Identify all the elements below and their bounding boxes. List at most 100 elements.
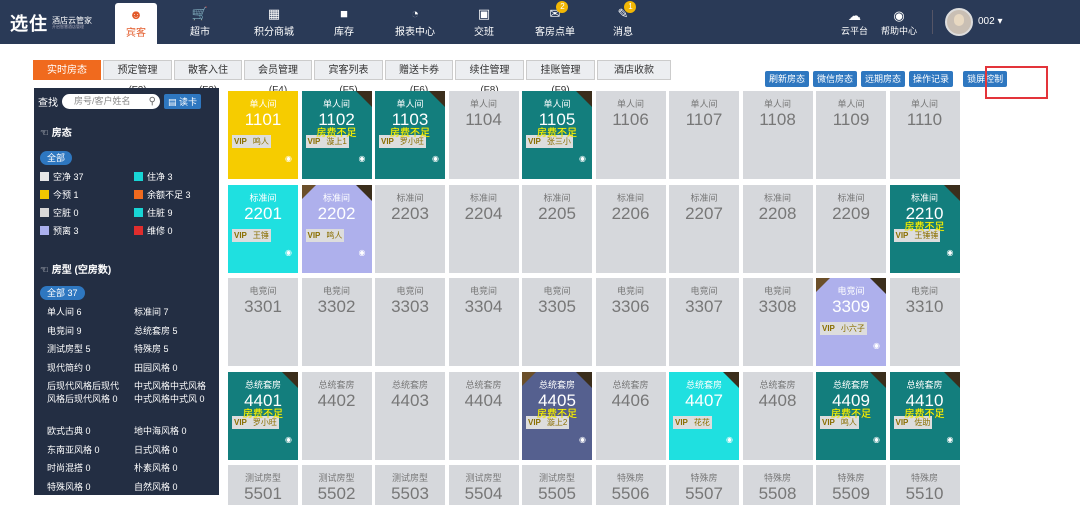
- room-card[interactable]: 单人间 1103 VIP 罗小旺 ◉ 房费不足: [375, 91, 445, 179]
- nav-room-orders[interactable]: ✉ 2 客房点单: [535, 0, 575, 44]
- room-type-filter[interactable]: 电竞间 9: [47, 325, 127, 338]
- room-type-filter[interactable]: 单人间 6: [47, 306, 127, 319]
- room-type-filter[interactable]: 特殊房 5: [134, 343, 214, 356]
- room-card[interactable]: 电竞间 3305: [522, 278, 592, 366]
- refresh-status-button[interactable]: 刷新房态: [765, 71, 810, 87]
- room-card[interactable]: 电竞间 3308: [742, 278, 813, 366]
- room-card[interactable]: 标准间 2206: [595, 184, 666, 273]
- room-type-filter[interactable]: 标准间 7: [134, 306, 214, 319]
- room-type-filter[interactable]: 测试房型 5: [47, 343, 127, 356]
- nav-messages[interactable]: ✎ 1 消息: [613, 0, 637, 44]
- room-card[interactable]: 单人间 1106: [595, 91, 666, 179]
- room-card[interactable]: 测试房型 5505: [522, 465, 592, 505]
- status-all-button[interactable]: 全部: [40, 151, 73, 165]
- room-card[interactable]: 标准间 2210 VIP 王锤锤 ◉ 房费不足: [889, 184, 960, 273]
- room-card[interactable]: 电竞间 3303: [375, 278, 445, 366]
- status-filter[interactable]: 维修 0: [134, 224, 173, 237]
- future-status-button[interactable]: 远期房态: [861, 71, 906, 87]
- tab-walkin[interactable]: 散客入住(F3): [174, 60, 242, 96]
- room-card[interactable]: 标准间 2204: [448, 184, 519, 273]
- room-card[interactable]: 单人间 1105 VIP 张三小 ◉ 房费不足: [522, 91, 592, 179]
- room-card[interactable]: 特殊房 5508: [742, 465, 813, 505]
- room-card[interactable]: 电竞间 3307: [669, 278, 739, 366]
- room-card[interactable]: 特殊房 5506: [595, 465, 666, 505]
- room-card[interactable]: 单人间 1102 VIP 漩上1 ◉ 房费不足: [301, 91, 372, 179]
- room-type-filter[interactable]: 时尚混搭 0: [47, 462, 127, 475]
- nav-shift[interactable]: ▣ 交班: [474, 0, 494, 44]
- room-card[interactable]: 总统套房 4401 VIP 罗小旺 ◉ 房费不足: [228, 371, 298, 460]
- room-type-filter[interactable]: 朴素风格 0: [134, 462, 214, 475]
- room-card[interactable]: 电竞间 3304: [448, 278, 519, 366]
- room-card[interactable]: 特殊房 5510: [889, 465, 960, 505]
- room-type-filter[interactable]: 地中海风格 0: [134, 425, 214, 438]
- room-card[interactable]: 总统套房 4403: [375, 371, 445, 460]
- room-card[interactable]: 标准间 2208: [742, 184, 813, 273]
- room-card[interactable]: 单人间 1110: [889, 91, 960, 179]
- help-center-button[interactable]: ◉ 帮助中心: [881, 0, 917, 44]
- room-type-filter[interactable]: 现代简约 0: [47, 362, 127, 375]
- cloud-platform-button[interactable]: ☁ 云平台: [841, 0, 868, 44]
- status-filter[interactable]: 空脏 0: [40, 206, 79, 219]
- room-card[interactable]: 总统套房 4407 VIP 花花 ◉: [669, 371, 739, 460]
- room-card[interactable]: 标准间 2201 VIP 王锤 ◉: [228, 184, 298, 273]
- room-type-filter[interactable]: 特殊风格 0: [47, 481, 127, 494]
- room-card[interactable]: 标准间 2205: [522, 184, 592, 273]
- room-type-filter[interactable]: 日式风格 0: [134, 444, 214, 457]
- room-card[interactable]: 总统套房 4402: [301, 371, 372, 460]
- avatar[interactable]: [945, 8, 973, 36]
- search-icon[interactable]: ⚲: [149, 94, 156, 109]
- room-card[interactable]: 单人间 1101 VIP 鸣人 ◉: [228, 91, 298, 179]
- nav-inventory[interactable]: ■ 库存: [334, 0, 354, 44]
- room-card[interactable]: 单人间 1108: [742, 91, 813, 179]
- room-card[interactable]: 单人间 1107: [669, 91, 739, 179]
- room-card[interactable]: 测试房型 5501: [228, 465, 298, 505]
- room-card[interactable]: 特殊房 5507: [669, 465, 739, 505]
- nav-report-center[interactable]: ◔ 报表中心: [395, 0, 435, 44]
- tab-reservations[interactable]: 预定管理(F2): [103, 60, 172, 96]
- read-card-button[interactable]: ▤ 读卡: [164, 94, 202, 109]
- room-type-filter[interactable]: 东南亚风格 0: [47, 444, 127, 457]
- status-filter[interactable]: 空净 37: [40, 170, 84, 183]
- room-card[interactable]: 标准间 2209: [816, 184, 886, 273]
- nav-supermarket[interactable]: 🛒 超市: [190, 0, 210, 44]
- room-card[interactable]: 电竞间 3301: [228, 278, 298, 366]
- room-card[interactable]: 总统套房 4405 VIP 漩上2 ◉ 房费不足: [522, 371, 592, 460]
- room-type-filter[interactable]: 自然风格 0: [134, 481, 214, 494]
- status-filter[interactable]: 住脏 9: [134, 206, 173, 219]
- room-type-filter[interactable]: 田园风格 0: [134, 362, 214, 375]
- nav-guests[interactable]: ☻ 宾客: [115, 3, 157, 44]
- room-card[interactable]: 单人间 1109: [816, 91, 886, 179]
- room-card[interactable]: 标准间 2207: [669, 184, 739, 273]
- room-card[interactable]: 总统套房 4406: [595, 371, 666, 460]
- room-card[interactable]: 测试房型 5504: [448, 465, 519, 505]
- room-card[interactable]: 特殊房 5509: [816, 465, 886, 505]
- room-type-filter[interactable]: 总统套房 5: [134, 325, 214, 338]
- status-filter[interactable]: 住净 3: [134, 170, 173, 183]
- tab-hotel-payment[interactable]: 酒店收款: [597, 60, 671, 80]
- room-type-filter[interactable]: 中式风格中式风格中式风格中式风 0: [134, 380, 214, 406]
- search-input[interactable]: 房号/客户姓名 ⚲: [62, 94, 160, 109]
- room-card[interactable]: 总统套房 4410 VIP 佐助 ◉ 房费不足: [889, 371, 960, 460]
- room-card[interactable]: 总统套房 4408: [742, 371, 813, 460]
- user-menu[interactable]: 002 ▾: [978, 16, 1003, 27]
- room-card[interactable]: 电竞间 3309 VIP 小六子 ◉: [816, 278, 886, 366]
- status-filter[interactable]: 今预 1: [40, 188, 79, 201]
- room-card[interactable]: 标准间 2202 VIP 鸣人 ◉: [301, 184, 372, 273]
- room-type-filter[interactable]: 后现代风格后现代风格后现代风格 0: [47, 380, 127, 406]
- type-all-button[interactable]: 全部 37: [40, 286, 85, 300]
- tab-extend-stay[interactable]: 续住管理(F8): [455, 60, 524, 96]
- tab-credit[interactable]: 挂账管理(F9): [526, 60, 595, 96]
- wechat-status-button[interactable]: 微信房态: [813, 71, 858, 87]
- nav-points-mall[interactable]: ▦ 积分商城: [254, 0, 294, 44]
- room-card[interactable]: 标准间 2203: [375, 184, 445, 273]
- tab-guest-list[interactable]: 宾客列表(F5): [314, 60, 383, 96]
- room-card[interactable]: 电竞间 3310: [889, 278, 960, 366]
- room-card[interactable]: 电竞间 3302: [301, 278, 372, 366]
- room-card[interactable]: 电竞间 3306: [595, 278, 666, 366]
- tab-coupons[interactable]: 赠送卡券(F6): [385, 60, 453, 96]
- tab-realtime-status[interactable]: 实时房态(F1): [33, 60, 101, 96]
- status-filter[interactable]: 余额不足 3: [134, 188, 191, 201]
- room-card[interactable]: 测试房型 5502: [301, 465, 372, 505]
- room-card[interactable]: 测试房型 5503: [375, 465, 445, 505]
- room-type-filter[interactable]: 欧式古典 0: [47, 425, 127, 438]
